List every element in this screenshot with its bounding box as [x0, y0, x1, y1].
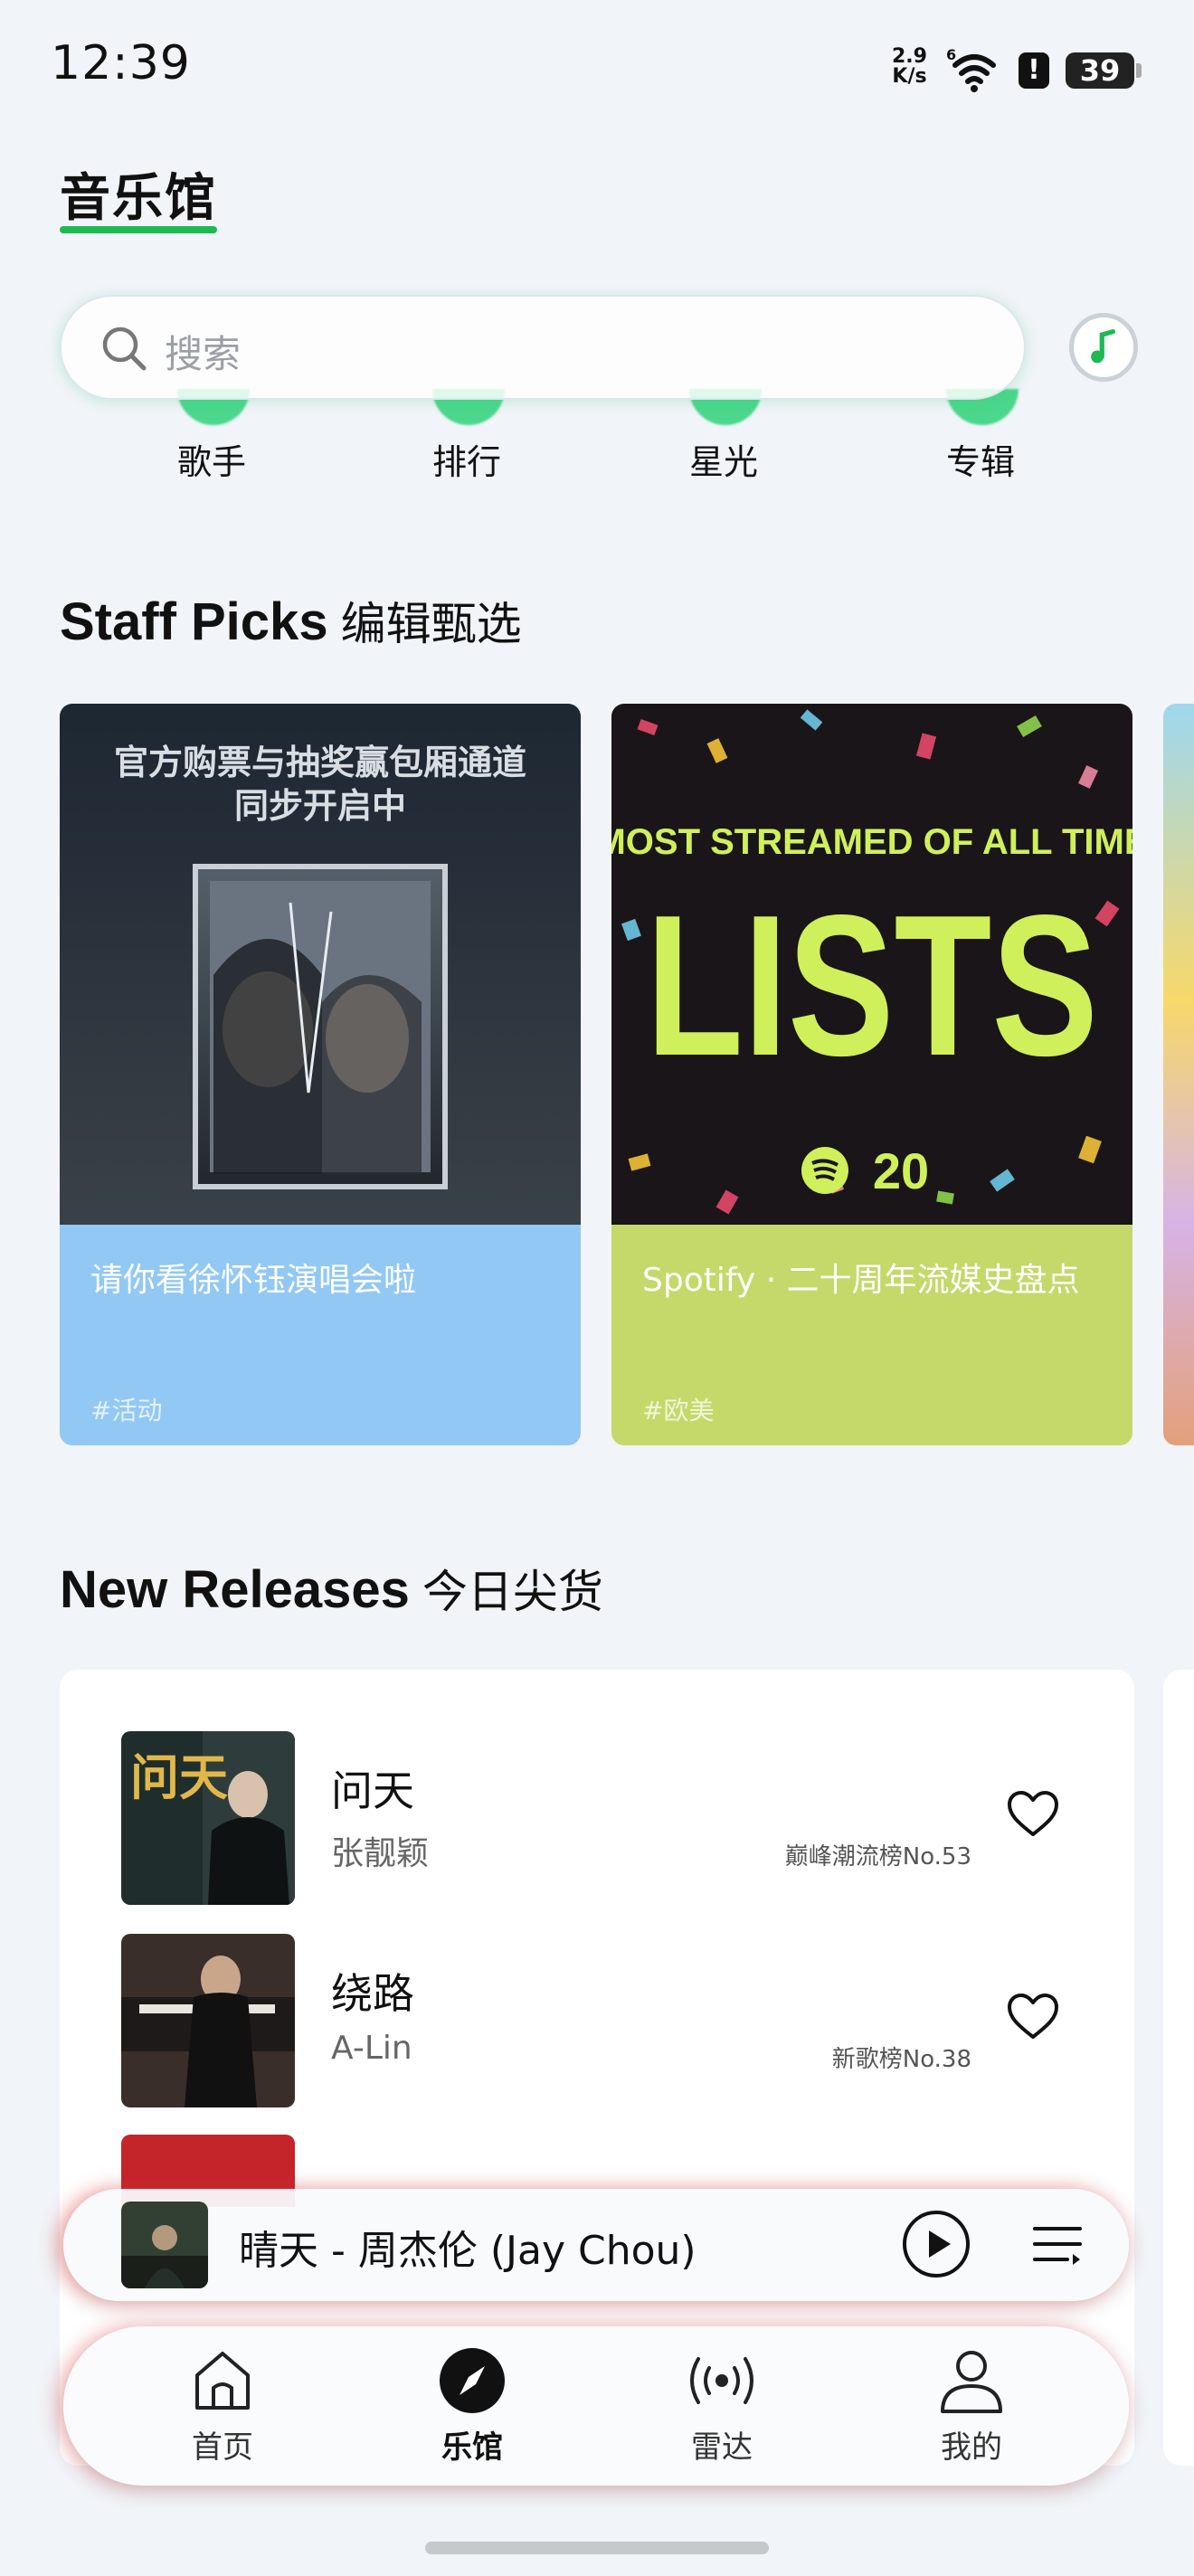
now-playing-cover [121, 2202, 208, 2288]
release-row[interactable]: 绕路 A-Lin 新歌榜No.38 [121, 1934, 1062, 2107]
nav-radar-label: 雷达 [691, 2429, 753, 2466]
staff-pick-card-peek[interactable] [1163, 704, 1194, 1445]
song-artist[interactable]: 张靓颖 [331, 1827, 429, 1874]
song-title: 绕路 [331, 1969, 414, 2018]
compass-icon [440, 2348, 505, 2413]
release-row[interactable]: 问天 问天 张靓颖 巅峰潮流榜No.53 [121, 1731, 1062, 1905]
album-cover [121, 1934, 295, 2107]
concert-poster-image: 官方购票与抽奖赢包厢通道 同步开启中 [60, 704, 581, 1225]
card-title: 请你看徐怀钰演唱会啦 [90, 1262, 417, 1299]
tab-indicator [60, 226, 217, 233]
song-artist[interactable]: A-Lin [331, 2030, 412, 2067]
staff-picks-title-en: Staff Picks [60, 592, 328, 651]
status-time: 12:39 [51, 36, 191, 90]
spotify-lists-image: MOST STREAMED OF ALL TIME LISTS 20 [611, 704, 1132, 1225]
page-title[interactable]: 音乐馆 [60, 157, 217, 231]
nav-music-hall-label: 乐馆 [441, 2429, 503, 2466]
net-speed-unit: K/s [892, 65, 927, 88]
profile-icon [941, 2351, 1002, 2413]
category-album[interactable]: 专辑 [908, 434, 1053, 484]
now-playing-title[interactable]: 晴天 - 周杰伦 (Jay Chou) [239, 2218, 696, 2276]
nav-radar[interactable]: 雷达 [640, 2346, 803, 2473]
nav-home-label: 首页 [192, 2429, 253, 2466]
home-icon [195, 2352, 250, 2410]
song-title: 问天 [331, 1766, 414, 1815]
music-recognize-icon[interactable] [1069, 313, 1138, 382]
spotify-20-badge: 20 [873, 1142, 929, 1199]
wifi-label: 6 [946, 46, 956, 63]
nav-profile-label: 我的 [941, 2429, 1002, 2466]
heart-icon[interactable] [1004, 1785, 1062, 1843]
search-input[interactable]: 搜索 [165, 324, 241, 379]
new-releases-title-zh: 今日尖货 [422, 1566, 603, 1618]
playlist-queue-icon[interactable] [1031, 2221, 1084, 2267]
battery-tip [1136, 63, 1142, 78]
nav-music-hall[interactable]: 乐馆 [391, 2346, 554, 2473]
lists-subtitle: MOST STREAMED OF ALL TIME [611, 822, 1132, 862]
nav-home[interactable]: 首页 [141, 2346, 304, 2473]
net-speed-value: 2.9 [892, 45, 927, 68]
network-speed: 2.9 K/s [892, 47, 927, 87]
releases-panel-peek [1163, 1670, 1194, 2466]
heart-icon[interactable] [1004, 1988, 1062, 2046]
chart-rank-badge: 新歌榜No.38 [831, 2046, 971, 2073]
play-button[interactable] [901, 2209, 971, 2279]
staff-picks-heading: Staff Picks 编辑甄选 [60, 588, 522, 653]
category-ranking[interactable]: 排行 [394, 434, 539, 484]
album-cover: 问天 [121, 1731, 295, 1905]
new-releases-heading: New Releases 今日尖货 [60, 1556, 603, 1621]
search-icon [102, 327, 147, 371]
battery-indicator: 39 [1066, 52, 1134, 89]
staff-pick-card-concert[interactable]: 官方购票与抽奖赢包厢通道 同步开启中 请你看徐怀钰演唱会啦 #活动 [60, 704, 581, 1445]
new-releases-title-en: New Releases [60, 1560, 410, 1619]
card-title: Spotify · 二十周年流媒史盘点 [642, 1262, 1080, 1299]
wifi-icon: 6 [946, 46, 996, 92]
radar-icon [690, 2357, 753, 2404]
cover-text: 问天 [130, 1748, 228, 1806]
staff-picks-title-zh: 编辑甄选 [340, 598, 522, 650]
staff-pick-card-spotify[interactable]: MOST STREAMED OF ALL TIME LISTS 20 Spoti… [611, 704, 1132, 1445]
home-indicator[interactable] [425, 2542, 769, 2554]
card-tag[interactable]: #欧美 [642, 1391, 714, 1427]
poster-line-2: 同步开启中 [234, 785, 406, 826]
category-starlight[interactable]: 星光 [651, 434, 796, 484]
nav-profile[interactable]: 我的 [890, 2346, 1053, 2473]
card-tag[interactable]: #活动 [90, 1391, 162, 1427]
lists-title: LISTS [646, 874, 1098, 1098]
poster-line-1: 官方购票与抽奖赢包厢通道 [114, 742, 526, 782]
alert-icon: ! [1019, 52, 1049, 89]
chart-rank-badge: 巅峰潮流榜No.53 [784, 1843, 971, 1870]
category-singer[interactable]: 歌手 [139, 434, 284, 484]
